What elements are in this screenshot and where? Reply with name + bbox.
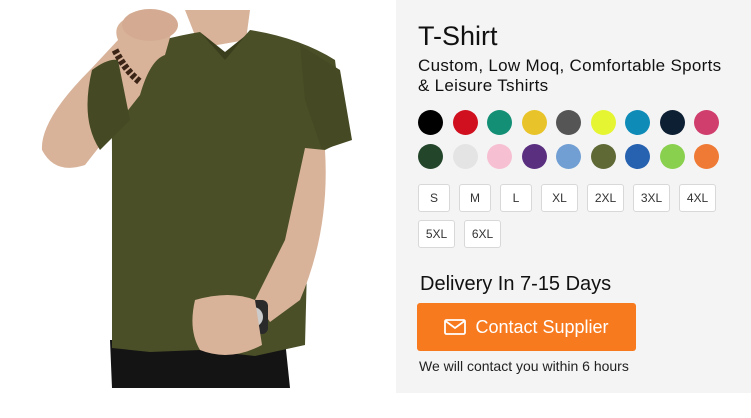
color-swatch[interactable] bbox=[487, 110, 512, 135]
color-swatch[interactable] bbox=[556, 144, 581, 169]
color-swatch[interactable] bbox=[556, 110, 581, 135]
color-swatch[interactable] bbox=[452, 144, 478, 169]
color-swatch[interactable] bbox=[625, 110, 650, 135]
color-swatches bbox=[418, 110, 751, 178]
size-options: S M L XL 2XL 3XL 4XL 5XL 6XL bbox=[418, 184, 738, 256]
color-swatch[interactable] bbox=[487, 144, 512, 169]
color-swatch[interactable] bbox=[659, 110, 685, 135]
color-swatch[interactable] bbox=[659, 144, 685, 169]
color-swatch[interactable] bbox=[521, 144, 547, 169]
product-photo bbox=[0, 0, 396, 418]
size-option[interactable]: 5XL bbox=[418, 220, 455, 248]
color-swatch[interactable] bbox=[590, 144, 616, 169]
product-info-panel: T-Shirt Custom, Low Moq, Comfortable Spo… bbox=[396, 0, 751, 393]
size-option[interactable]: M bbox=[459, 184, 491, 212]
color-swatch[interactable] bbox=[694, 110, 719, 135]
color-swatch[interactable] bbox=[694, 144, 719, 169]
color-swatch[interactable] bbox=[418, 110, 443, 135]
tshirt-model-image bbox=[41, 9, 352, 388]
size-option[interactable]: S bbox=[418, 184, 450, 212]
size-option[interactable]: XL bbox=[541, 184, 578, 212]
size-option[interactable]: 2XL bbox=[587, 184, 624, 212]
color-swatch[interactable] bbox=[521, 110, 547, 135]
size-option[interactable]: 4XL bbox=[679, 184, 716, 212]
contact-supplier-button[interactable]: Contact Supplier bbox=[417, 303, 636, 351]
mail-icon bbox=[444, 319, 467, 335]
delivery-info: Delivery In 7-15 Days bbox=[420, 273, 612, 295]
color-swatch[interactable] bbox=[590, 110, 616, 135]
contact-supplier-label: Contact Supplier bbox=[475, 316, 609, 337]
product-title: T-Shirt bbox=[418, 21, 498, 51]
size-option[interactable]: L bbox=[500, 184, 532, 212]
color-swatch[interactable] bbox=[418, 144, 443, 169]
contact-note: We will contact you within 6 hours bbox=[419, 358, 629, 374]
size-option[interactable]: 6XL bbox=[464, 220, 501, 248]
color-swatch[interactable] bbox=[625, 144, 650, 169]
color-swatch[interactable] bbox=[452, 110, 478, 135]
product-subtitle: Custom, Low Moq, Comfortable Sports & Le… bbox=[418, 56, 722, 95]
size-option[interactable]: 3XL bbox=[633, 184, 670, 212]
